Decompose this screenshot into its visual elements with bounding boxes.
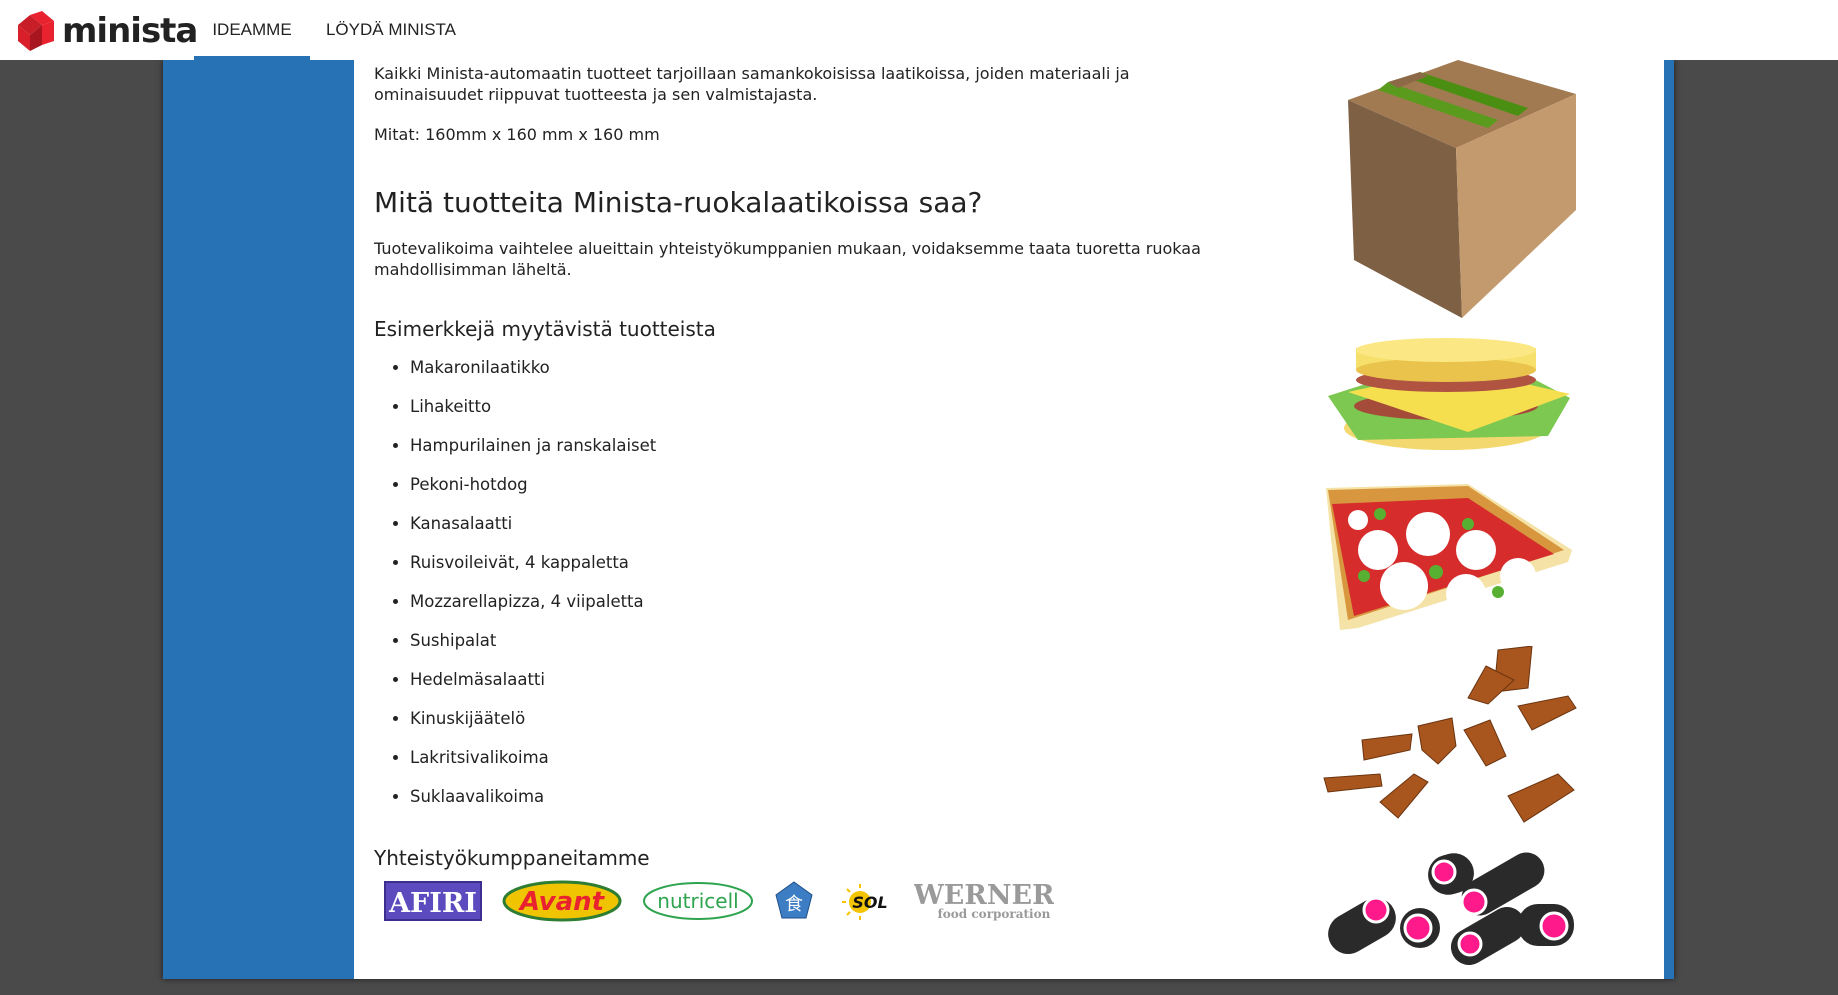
burger-icon	[1318, 336, 1578, 471]
pizza-slice-icon	[1318, 480, 1578, 645]
partner-sol-text: SOL	[852, 893, 887, 912]
logo-icon	[18, 11, 54, 51]
list-item: Sushipalat	[410, 621, 656, 660]
list-item: Mozzarellapizza, 4 viipaletta	[410, 582, 656, 621]
top-navigation-bar: minista IDEAMME LÖYDÄ MINISTA	[0, 0, 1838, 60]
partner-nutricell-text: nutricell	[657, 889, 738, 913]
left-blue-sidebar	[163, 60, 354, 979]
partner-logo-nutricell[interactable]: nutricell	[642, 880, 754, 926]
list-item: Hampurilainen ja ranskalaiset	[410, 426, 656, 465]
list-item: Ruisvoileivät, 4 kappaletta	[410, 543, 656, 582]
partner-logo-pentagon[interactable]: 食	[774, 880, 814, 926]
examples-heading: Esimerkkejä myytävistä tuotteista	[374, 317, 716, 341]
licorice-icon	[1318, 846, 1578, 981]
list-item: Lihakeitto	[410, 387, 656, 426]
partner-logo-sol[interactable]: SOL	[840, 880, 890, 926]
product-list: Makaronilaatikko Lihakeitto Hampurilaine…	[374, 348, 656, 816]
list-item: Kanasalaatti	[410, 504, 656, 543]
nav-tab-ideamme[interactable]: IDEAMME	[194, 0, 310, 60]
logo-text: minista	[62, 11, 198, 51]
partner-avant-text: Avant	[518, 887, 606, 917]
partners-heading: Yhteistyökumppaneitamme	[374, 846, 650, 870]
chocolate-pieces-icon	[1318, 645, 1578, 841]
right-blue-border	[1664, 60, 1674, 979]
selection-text: Tuotevalikoima vaihtelee alueittain yhte…	[374, 239, 1201, 279]
cardboard-box-icon	[1318, 60, 1578, 325]
partner-logo-werner[interactable]: WERNER food corporation	[912, 880, 1055, 926]
minista-logo[interactable]: minista	[18, 10, 198, 52]
list-item: Kinuskijäätelö	[410, 699, 656, 738]
list-item: Lakritsivalikoima	[410, 738, 656, 777]
partner-afiri-text: AFIRI	[388, 888, 477, 919]
list-item: Suklaavalikoima	[410, 777, 656, 816]
section-heading: Mitä tuotteita Minista-ruokalaatikoissa …	[374, 186, 983, 219]
list-item: Hedelmäsalaatti	[410, 660, 656, 699]
partner-werner-subtext: food corporation	[938, 907, 1051, 921]
list-item: Makaronilaatikko	[410, 348, 656, 387]
dimensions-text: Mitat: 160mm x 160 mm x 160 mm	[374, 125, 660, 144]
partner-pentagon-text: 食	[785, 894, 803, 915]
nav-tab-loyda-minista[interactable]: LÖYDÄ MINISTA	[316, 0, 466, 60]
intro-text: Kaikki Minista-automaatin tuotteet tarjo…	[374, 64, 1130, 104]
partner-logo-avant[interactable]: Avant	[502, 880, 622, 926]
partner-logo-afiri[interactable]: AFIRI	[384, 880, 482, 926]
list-item: Pekoni-hotdog	[410, 465, 656, 504]
